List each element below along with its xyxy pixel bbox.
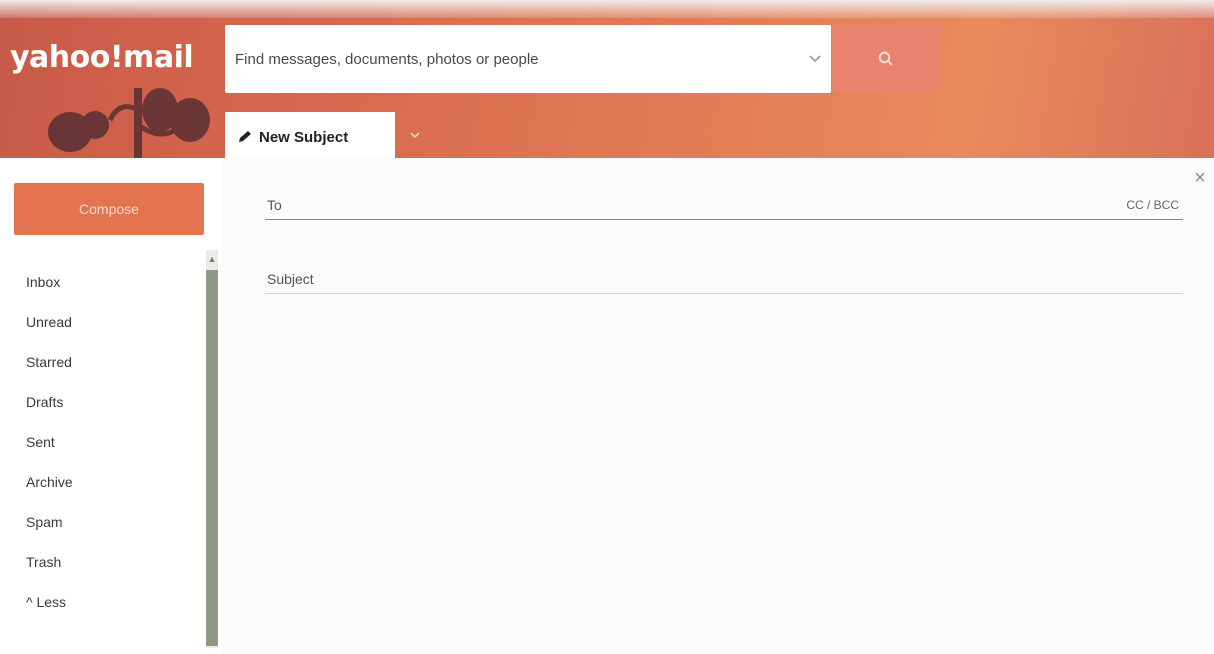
folder-list: Inbox Unread Starred Drafts Sent Archive… <box>26 272 73 632</box>
subject-label: Subject <box>267 270 314 287</box>
sidebar-item-inbox[interactable]: Inbox <box>26 272 73 312</box>
subject-field[interactable]: Subject <box>265 264 1183 294</box>
header-top-fade <box>0 0 1214 18</box>
to-label: To <box>267 196 282 213</box>
sidebar-item-sent[interactable]: Sent <box>26 432 73 472</box>
chevron-down-icon[interactable] <box>799 55 831 63</box>
search-button[interactable] <box>833 25 939 93</box>
to-field[interactable]: To CC / BCC <box>265 190 1183 220</box>
sidebar-item-drafts[interactable]: Drafts <box>26 392 73 432</box>
sidebar-item-trash[interactable]: Trash <box>26 552 73 592</box>
compose-panel: × To CC / BCC Subject <box>222 158 1214 654</box>
search-icon <box>878 51 893 66</box>
sidebar-item-starred[interactable]: Starred <box>26 352 73 392</box>
pencil-icon <box>237 130 253 144</box>
search-box[interactable]: Find messages, documents, photos or peop… <box>225 25 831 93</box>
sidebar-item-unread[interactable]: Unread <box>26 312 73 352</box>
header-tree-illustration-icon <box>48 88 210 158</box>
yahoo-mail-logo[interactable]: yahoo!mail <box>10 40 194 75</box>
close-icon[interactable]: × <box>1190 168 1210 188</box>
compose-button[interactable]: Compose <box>14 183 204 235</box>
sidebar-item-spam[interactable]: Spam <box>26 512 73 552</box>
sidebar: Compose Inbox Unread Starred Drafts Sent… <box>0 158 222 654</box>
sidebar-scrollbar-thumb[interactable] <box>206 270 218 646</box>
scroll-up-arrow-icon[interactable]: ▲ <box>206 252 218 266</box>
tab-new-subject[interactable]: New Subject <box>225 112 395 158</box>
search-input[interactable]: Find messages, documents, photos or peop… <box>235 51 799 68</box>
cc-bcc-link[interactable]: CC / BCC <box>1126 198 1183 212</box>
tab-dropdown-chevron-icon[interactable] <box>405 125 425 145</box>
sidebar-item-less[interactable]: ^ Less <box>26 592 73 632</box>
sidebar-item-archive[interactable]: Archive <box>26 472 73 512</box>
header-bar: yahoo!mail Find messages, documents, pho… <box>0 0 1214 158</box>
tab-new-subject-label: New Subject <box>259 128 349 146</box>
